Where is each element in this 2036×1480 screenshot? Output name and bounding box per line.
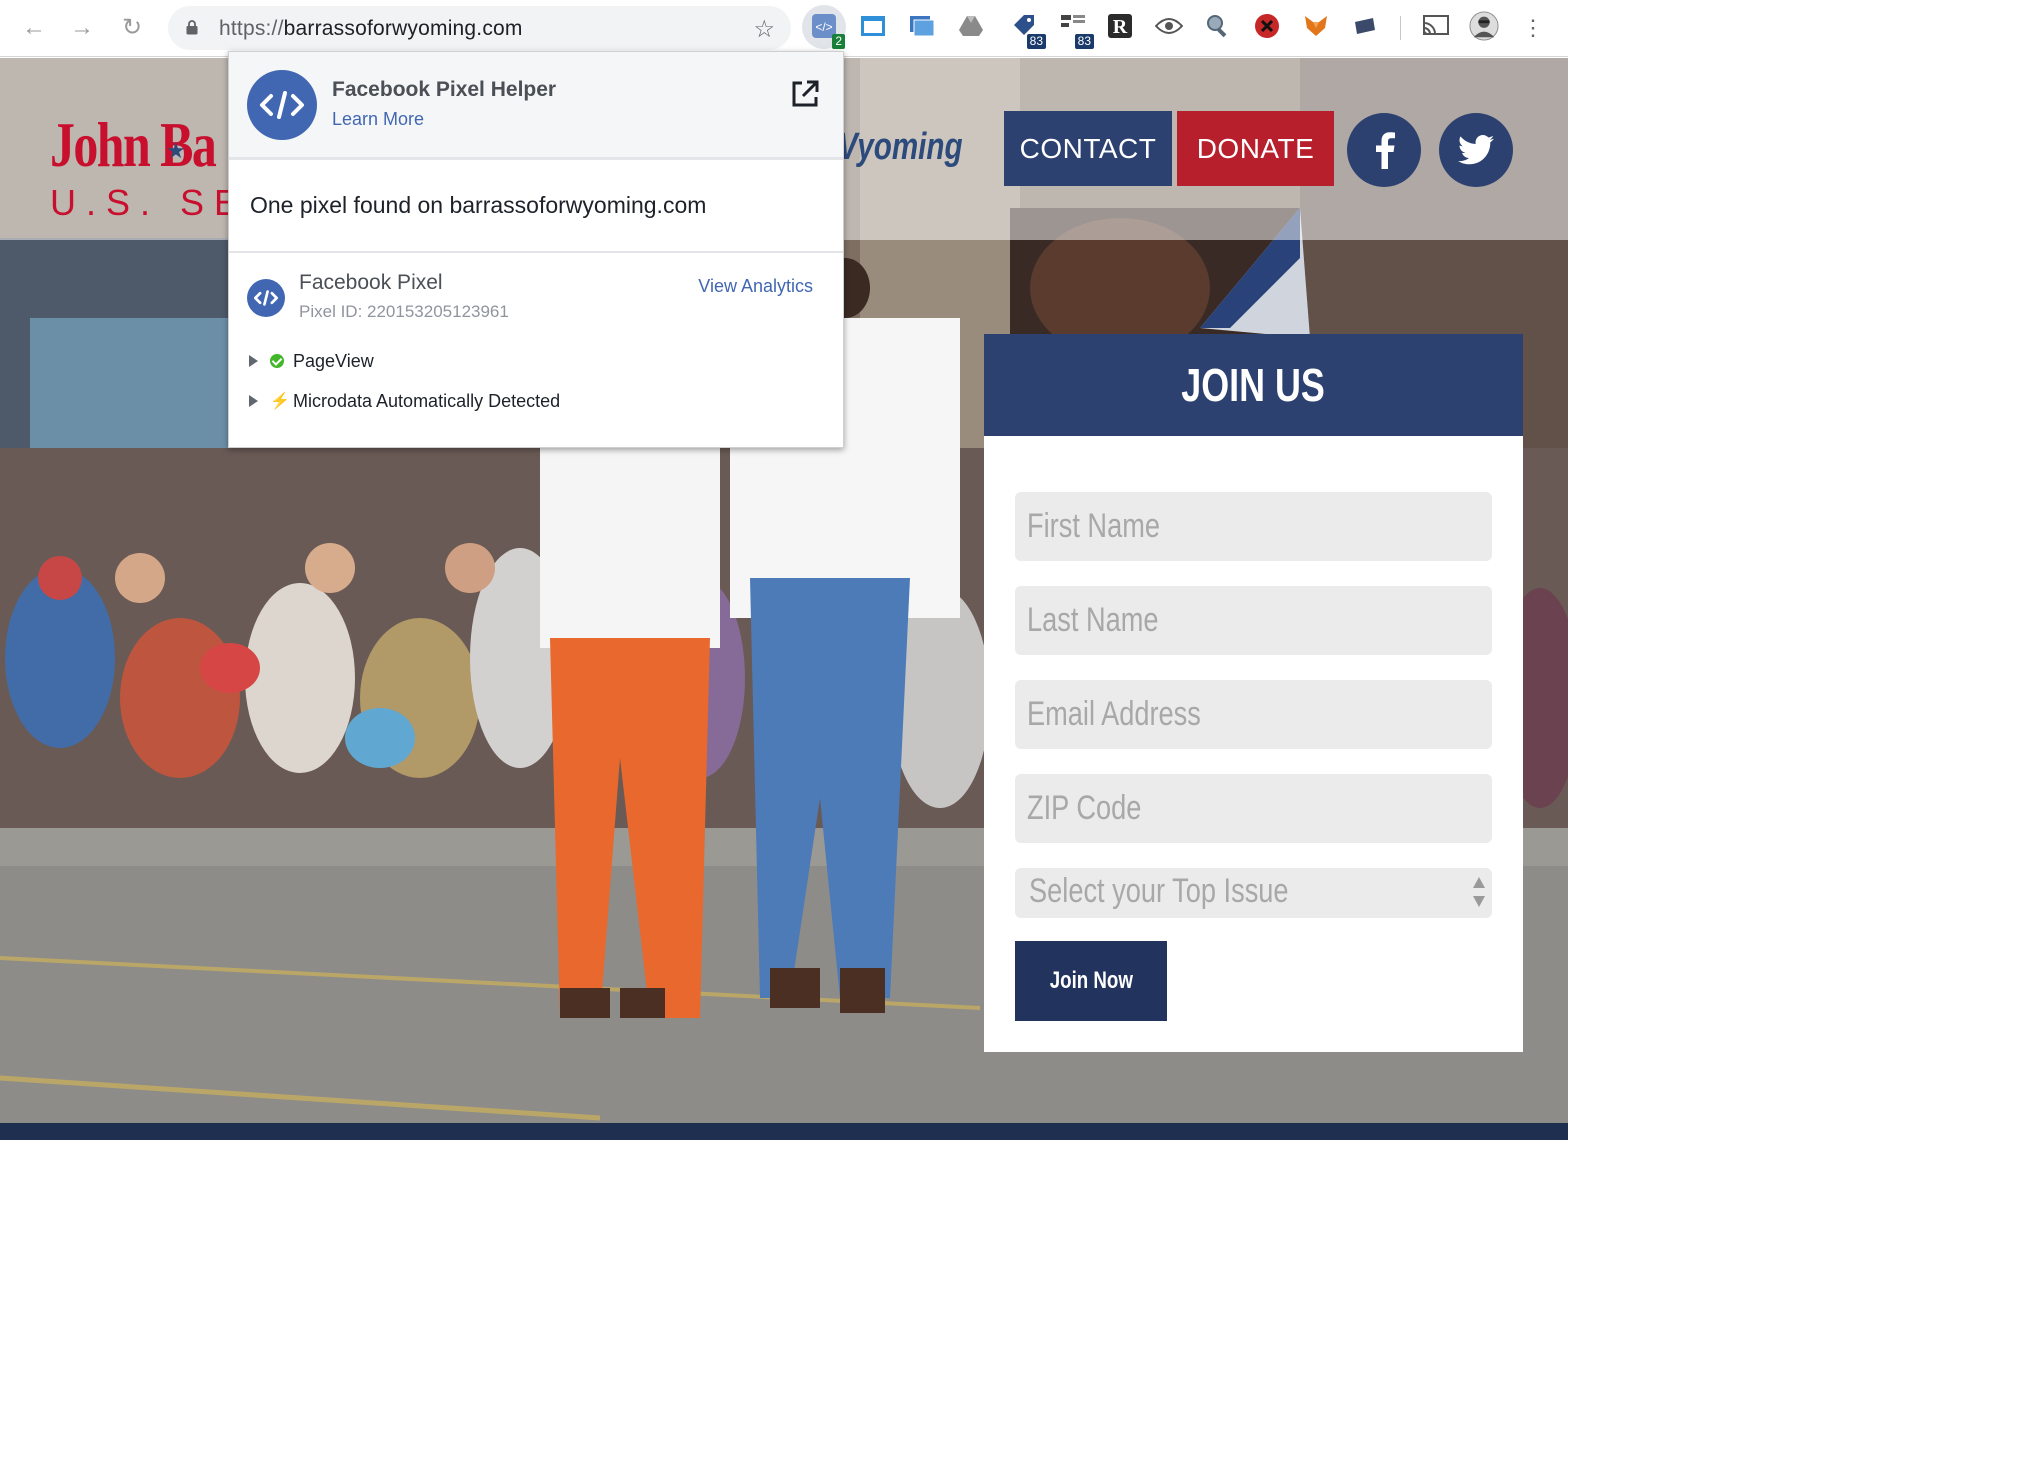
view-analytics-link[interactable]: View Analytics xyxy=(698,276,813,297)
twitter-icon xyxy=(1458,135,1494,165)
browser-toolbar: ← → ↻ https://barrassoforwyoming.com ☆ <… xyxy=(0,0,1568,57)
email-field[interactable]: Email Address xyxy=(1015,680,1492,749)
extension-badge: 83 xyxy=(1026,34,1046,49)
top-issue-select[interactable]: Select your Top Issue xyxy=(1015,868,1492,918)
pixel-summary-text: One pixel found on barrassoforwyoming.co… xyxy=(250,192,707,218)
toolbar-divider xyxy=(1400,16,1401,40)
event-label: PageView xyxy=(293,350,374,371)
url-text: https://barrassoforwyoming.com xyxy=(219,17,523,40)
forward-icon[interactable]: → xyxy=(68,14,96,42)
extension-badge: 83 xyxy=(1074,34,1094,49)
popup-header: Facebook Pixel Helper Learn More xyxy=(229,52,843,160)
svg-text:R: R xyxy=(1113,16,1128,38)
first-name-field[interactable]: First Name xyxy=(1015,492,1492,561)
site-logo-wyoming: Vyoming xyxy=(838,126,963,168)
pixel-name: Facebook Pixel xyxy=(299,271,443,294)
facebook-social-button[interactable] xyxy=(1347,113,1421,187)
pixel-helper-extension-icon[interactable]: </> 2 xyxy=(809,11,845,49)
success-check-icon xyxy=(270,354,284,368)
cast-icon[interactable] xyxy=(1421,11,1451,41)
site-logo-name[interactable]: John Ba xyxy=(50,108,217,182)
blocker-extension-icon[interactable] xyxy=(1252,11,1282,41)
inspect-extension-icon[interactable] xyxy=(1203,11,1233,41)
event-row-pageview[interactable]: PageView xyxy=(249,349,374,373)
pixel-code-icon xyxy=(247,279,285,317)
fox-extension-icon[interactable] xyxy=(1301,11,1331,41)
event-label: Microdata Automatically Detected xyxy=(293,390,561,411)
tree-extension-icon[interactable]: 83 xyxy=(1058,11,1094,49)
footer-strip xyxy=(0,1123,1568,1140)
popup-title: Facebook Pixel Helper xyxy=(332,78,557,101)
donate-button[interactable]: DONATE xyxy=(1177,111,1334,186)
tag-extension-icon[interactable]: 83 xyxy=(1010,11,1046,49)
popup-divider xyxy=(229,251,843,253)
site-logo-subtitle: U.S. SE xyxy=(50,182,249,223)
menu-kebab-icon[interactable]: ⋮ xyxy=(1519,14,1547,42)
facebook-icon xyxy=(1376,132,1395,169)
lock-icon xyxy=(186,20,198,35)
back-icon[interactable]: ← xyxy=(20,14,48,42)
readability-extension-icon[interactable]: R xyxy=(1105,11,1135,41)
address-bar[interactable]: https://barrassoforwyoming.com ☆ xyxy=(168,6,791,50)
join-us-heading: JOIN US xyxy=(984,334,1523,436)
zip-code-field[interactable]: ZIP Code xyxy=(1015,774,1492,843)
reload-icon[interactable]: ↻ xyxy=(118,14,146,42)
bookmark-star-icon[interactable]: ☆ xyxy=(753,15,775,44)
twitter-social-button[interactable] xyxy=(1439,113,1513,187)
profile-avatar[interactable] xyxy=(1469,11,1499,41)
learn-more-link[interactable]: Learn More xyxy=(332,109,424,130)
pixel-helper-logo-icon xyxy=(247,70,317,140)
expand-triangle-icon[interactable] xyxy=(249,395,258,407)
pixel-helper-popup: Facebook Pixel Helper Learn More One pix… xyxy=(228,51,844,448)
event-row-microdata[interactable]: ⚡ Microdata Automatically Detected xyxy=(249,389,560,413)
join-us-form: First Name Last Name Email Address ZIP C… xyxy=(984,436,1523,1052)
svg-text:</>: </> xyxy=(815,20,832,34)
contact-button[interactable]: CONTACT xyxy=(1004,111,1172,186)
drive-extension-icon[interactable] xyxy=(956,11,986,41)
last-name-field[interactable]: Last Name xyxy=(1015,586,1492,655)
join-now-button[interactable]: Join Now xyxy=(1015,941,1167,1021)
select-arrows-icon xyxy=(1473,877,1485,907)
window-extension-icon[interactable] xyxy=(858,11,888,41)
lightning-bolt-icon: ⚡ xyxy=(270,393,290,410)
pixel-id: Pixel ID: 220153205123961 xyxy=(299,302,509,321)
expand-triangle-icon[interactable] xyxy=(249,355,258,367)
screenshot-extension-icon[interactable] xyxy=(907,11,937,41)
extension-badge: 2 xyxy=(832,34,845,49)
logo-star-icon: ★ xyxy=(166,138,186,163)
open-external-icon[interactable] xyxy=(789,78,821,110)
card-extension-icon[interactable] xyxy=(1350,11,1380,41)
eye-extension-icon[interactable] xyxy=(1154,11,1184,41)
